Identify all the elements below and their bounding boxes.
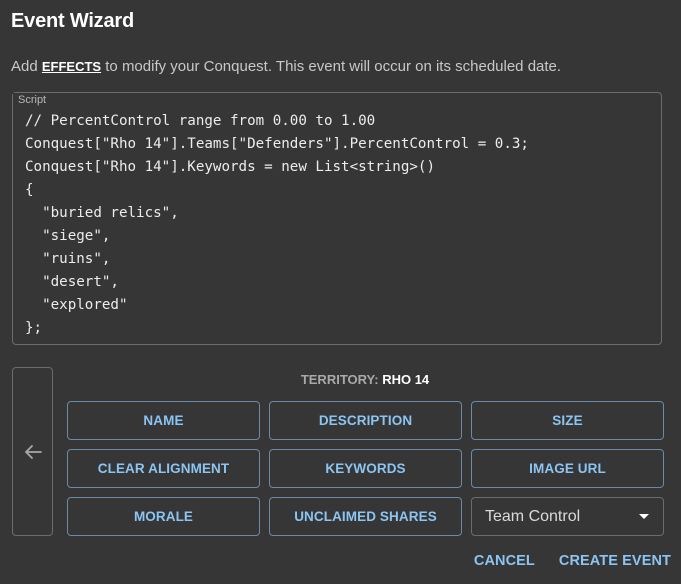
description-effect-button[interactable]: DESCRIPTION [269, 401, 462, 440]
dialog-title: Event Wizard [11, 10, 135, 32]
team-control-select[interactable]: Team Control [471, 497, 664, 536]
name-effect-button[interactable]: NAME [67, 401, 260, 440]
script-input[interactable] [25, 110, 655, 340]
territory-value: RHO 14 [382, 372, 430, 387]
keywords-effect-button[interactable]: KEYWORDS [269, 449, 462, 488]
arrow-left-icon [24, 444, 42, 460]
event-wizard-dialog: Event Wizard Add EFFECTS to modify your … [0, 0, 681, 584]
caret-down-icon [639, 514, 649, 519]
effects-grid: NAME DESCRIPTION SIZE CLEAR ALIGNMENT KE… [67, 401, 664, 536]
back-button[interactable] [12, 367, 53, 536]
unclaimed-shares-effect-button[interactable]: UNCLAIMED SHARES [269, 497, 462, 536]
morale-effect-button[interactable]: MORALE [67, 497, 260, 536]
script-label: Script [13, 93, 52, 107]
create-event-button[interactable]: CREATE EVENT [559, 553, 671, 569]
dialog-actions: CANCEL CREATE EVENT [474, 553, 671, 569]
dialog-subtitle: Add EFFECTS to modify your Conquest. Thi… [11, 58, 561, 75]
subtitle-prefix: Add [11, 58, 42, 75]
subtitle-suffix: to modify your Conquest. This event will… [101, 58, 562, 75]
image-url-effect-button[interactable]: IMAGE URL [471, 449, 664, 488]
cancel-button[interactable]: CANCEL [474, 553, 535, 569]
territory-heading: TERRITORY: RHO 14 [67, 372, 663, 387]
territory-label: TERRITORY: [300, 372, 379, 387]
size-effect-button[interactable]: SIZE [471, 401, 664, 440]
team-control-select-value: Team Control [485, 507, 581, 525]
effects-link[interactable]: EFFECTS [42, 59, 101, 74]
clear-alignment-effect-button[interactable]: CLEAR ALIGNMENT [67, 449, 260, 488]
